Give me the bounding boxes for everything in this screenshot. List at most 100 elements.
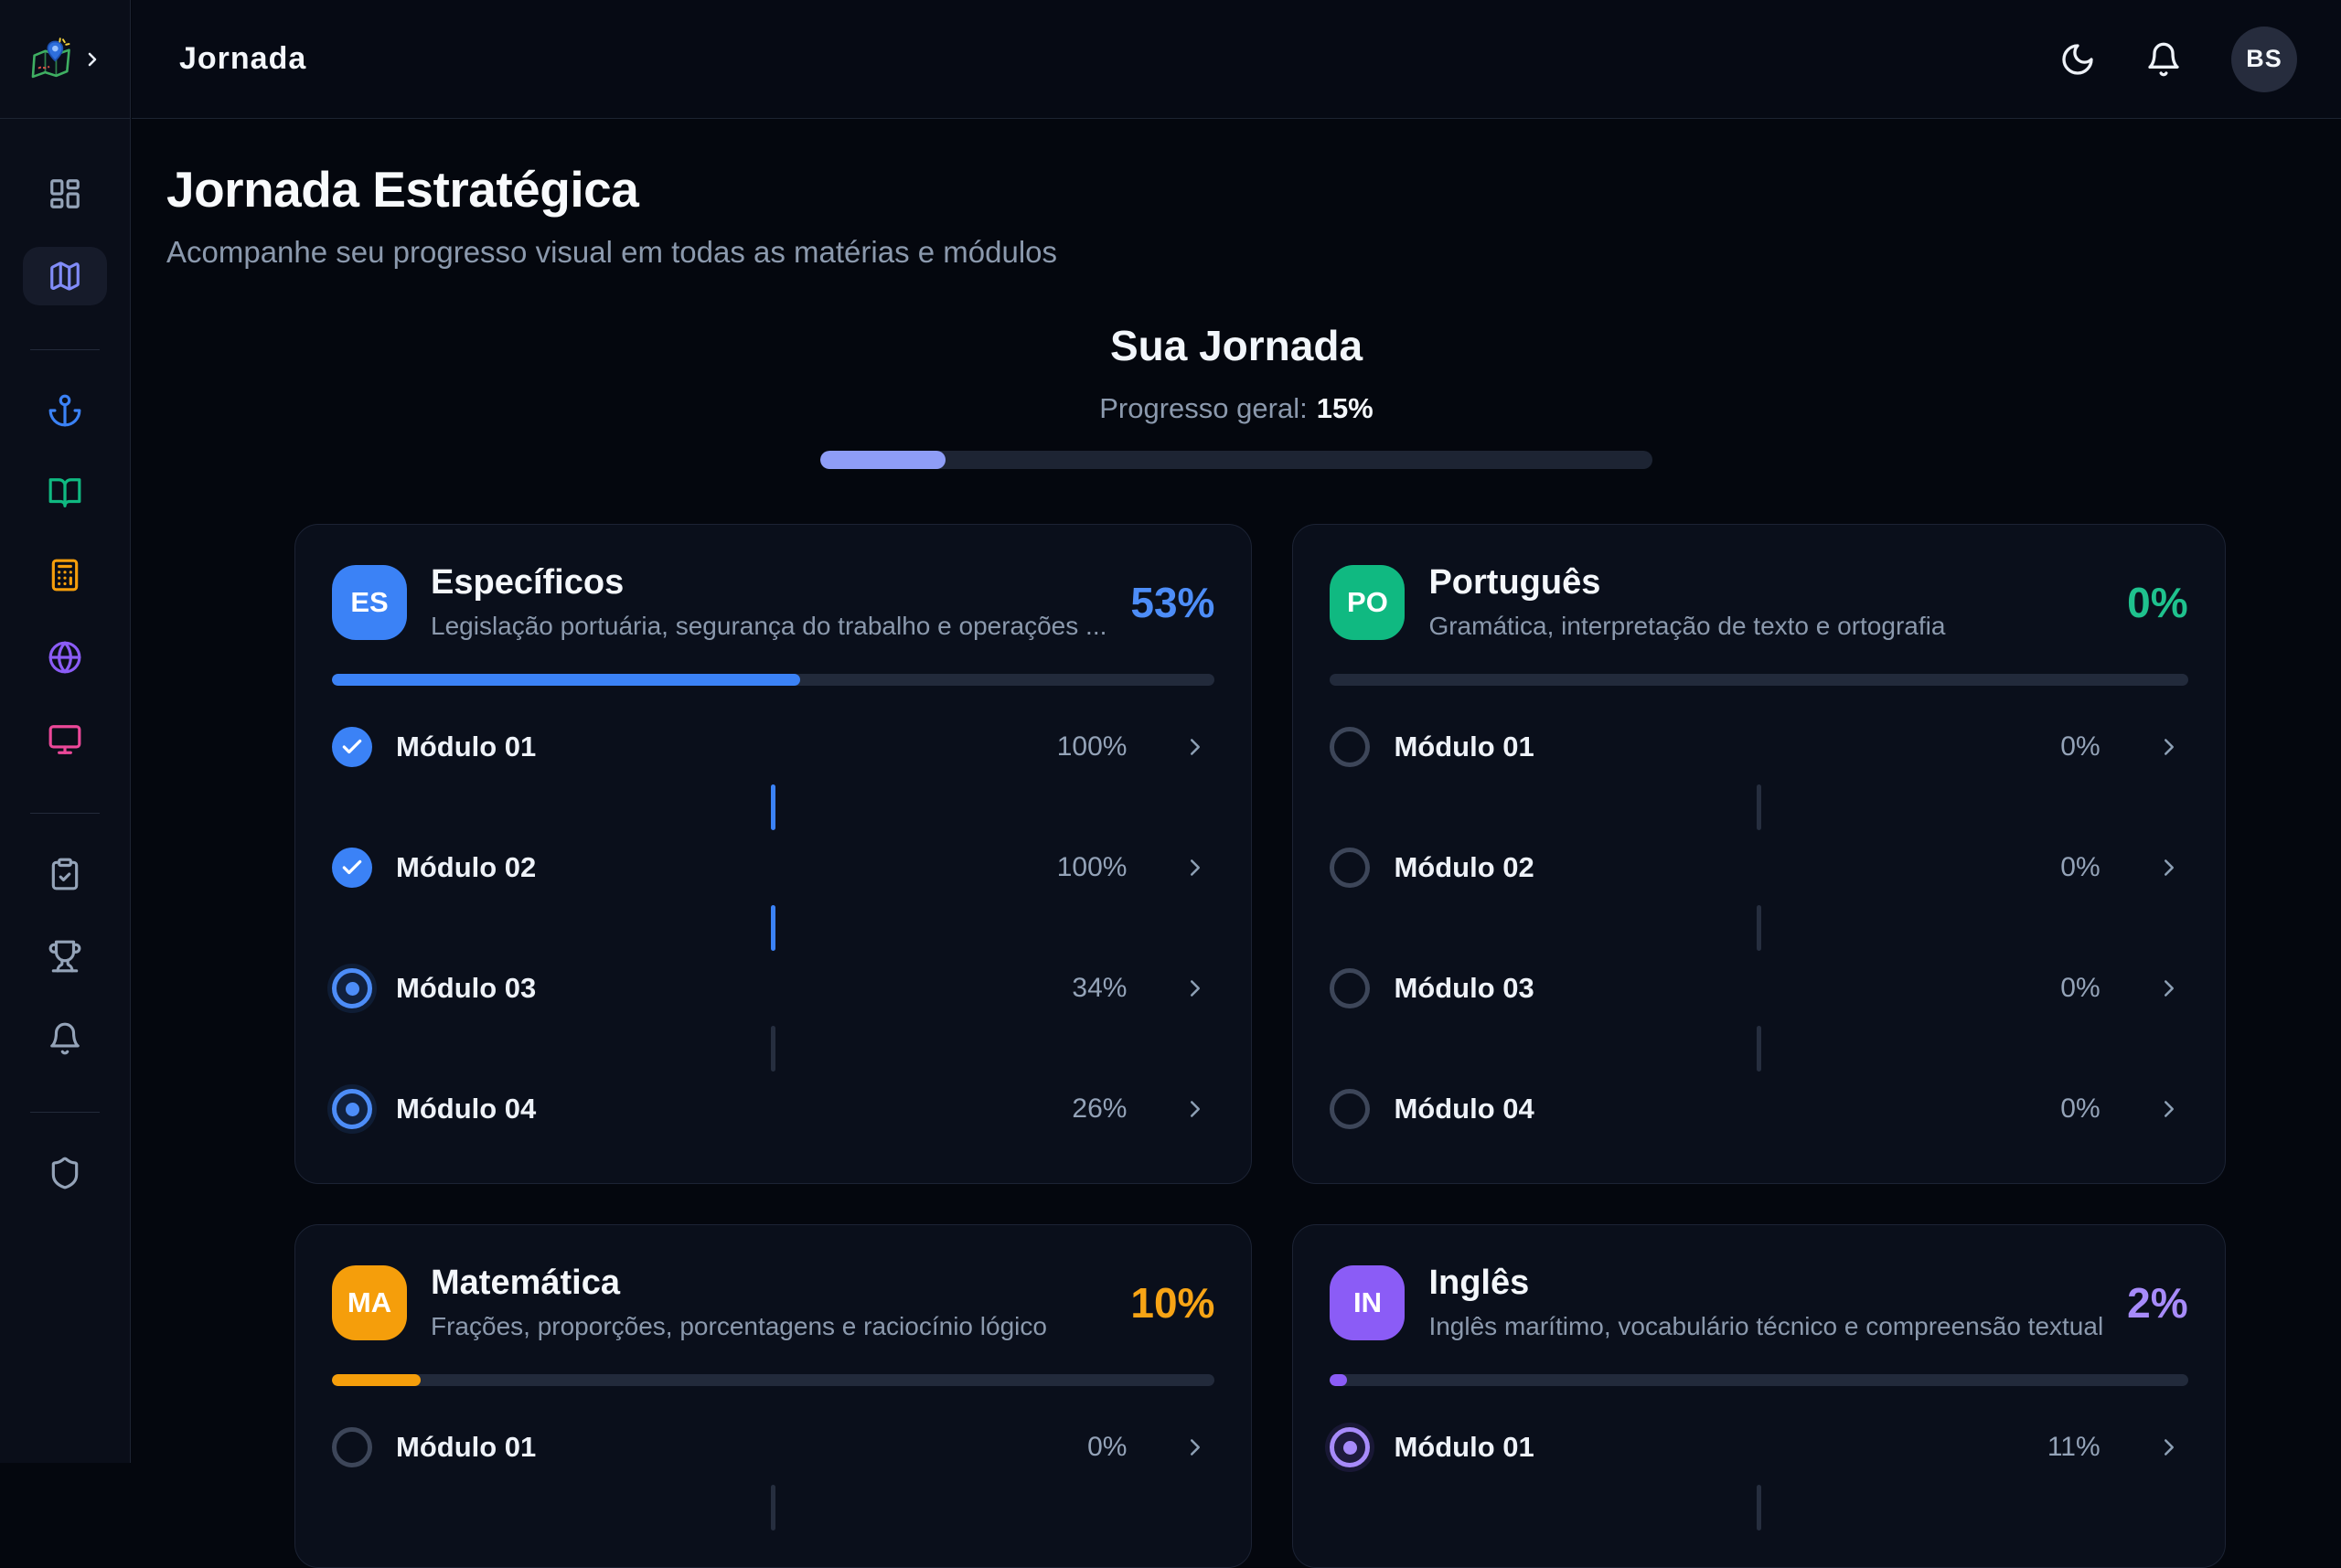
module-label: Módulo 03 [396, 972, 536, 1005]
sidebar-item-trophy[interactable] [23, 927, 107, 986]
subject-progress-bar [332, 674, 1214, 686]
sidebar-item-layout-dashboard[interactable] [23, 165, 107, 223]
module-row[interactable]: Módulo 01 0% [1330, 709, 2187, 784]
chevron-right-icon [2155, 975, 2183, 1002]
sidebar-expand-button[interactable] [81, 48, 103, 70]
trophy-icon [48, 939, 82, 974]
module-status-icon [1330, 848, 1370, 888]
subject-percent: 0% [2127, 578, 2187, 627]
subject-card-header: PO Português Gramática, interpretação de… [1330, 563, 2187, 641]
avatar[interactable]: BS [2231, 27, 2297, 92]
moon-icon [2059, 41, 2096, 78]
sidebar-item-clipboard-check[interactable] [23, 845, 107, 903]
subject-card: IN Inglês Inglês marítimo, vocabulário t… [1292, 1224, 2225, 1568]
bell-icon [48, 1021, 82, 1056]
subject-title: Matemática [431, 1264, 1047, 1303]
sidebar-item-book-open[interactable] [23, 464, 107, 522]
module-row[interactable]: Módulo 01 100% [332, 709, 1214, 784]
map-icon [48, 259, 82, 293]
subject-card-header: IN Inglês Inglês marítimo, vocabulário t… [1330, 1264, 2187, 1341]
module-percent: 0% [1087, 1432, 1127, 1463]
module-connector [771, 1485, 775, 1531]
page-subtitle: Acompanhe seu progresso visual em todas … [166, 235, 2341, 270]
module-percent: 0% [2060, 973, 2100, 1004]
module-label: Módulo 04 [1394, 1093, 1534, 1125]
sidebar-item-bell[interactable] [23, 1009, 107, 1068]
chevron-right-icon [1181, 1434, 1209, 1461]
subject-percent: 10% [1130, 1278, 1214, 1328]
subject-progress-bar [1330, 674, 2187, 686]
subject-progress-bar [332, 1374, 1214, 1386]
module-connector [771, 905, 775, 951]
chevron-right-icon [1181, 733, 1209, 761]
module-percent: 11% [2047, 1432, 2100, 1463]
module-connector [1757, 1026, 1761, 1072]
subject-progress-fill [332, 674, 800, 686]
module-row[interactable]: Módulo 03 34% [332, 951, 1214, 1026]
module-percent: 34% [1072, 973, 1127, 1004]
subject-card-header: MA Matemática Frações, proporções, porce… [332, 1264, 1214, 1341]
subject-description: Frações, proporções, porcentagens e raci… [431, 1312, 1047, 1341]
sidebar-item-shield[interactable] [23, 1144, 107, 1202]
chevron-right-icon [2155, 1095, 2183, 1123]
module-connector [1757, 784, 1761, 830]
subject-percent: 2% [2127, 1278, 2187, 1328]
subject-description: Inglês marítimo, vocabulário técnico e c… [1428, 1312, 2103, 1341]
subject-title: Inglês [1428, 1264, 2103, 1303]
module-status-icon [332, 848, 372, 888]
overall-progress-fill [820, 451, 946, 469]
subject-badge: ES [332, 565, 407, 640]
module-list: Módulo 01 0% Módulo 02 0% Módulo 03 0% M… [1330, 709, 2187, 1147]
module-percent: 0% [2060, 852, 2100, 883]
overall-progress-label: Progresso geral: [1099, 392, 1307, 424]
module-row[interactable]: Módulo 02 0% [1330, 830, 2187, 905]
chevron-right-icon [1181, 854, 1209, 881]
overall-progress-text: Progresso geral:15% [294, 392, 2178, 425]
module-status-icon [1330, 1089, 1370, 1129]
module-status-icon [1330, 968, 1370, 1008]
subject-badge: IN [1330, 1265, 1405, 1340]
subject-percent: 53% [1130, 578, 1214, 627]
module-row[interactable]: Módulo 01 0% [332, 1410, 1214, 1485]
subject-card-header: ES Específicos Legislação portuária, seg… [332, 563, 1214, 641]
sidebar-nav [0, 119, 130, 1226]
theme-toggle-button[interactable] [2059, 41, 2096, 78]
book-open-icon [48, 475, 82, 510]
app-title: Jornada [179, 41, 306, 77]
sidebar-item-calculator[interactable] [23, 546, 107, 604]
module-percent: 0% [2060, 731, 2100, 763]
subject-card: MA Matemática Frações, proporções, porce… [294, 1224, 1252, 1568]
shield-icon [48, 1156, 82, 1190]
module-row[interactable]: Módulo 01 11% [1330, 1410, 2187, 1485]
sidebar-logo [0, 0, 130, 119]
subject-progress-fill [1330, 1374, 1347, 1386]
map-pin-logo [27, 36, 75, 83]
module-status-icon [1330, 727, 1370, 767]
topbar: Jornada BS [132, 0, 2341, 119]
module-status-icon [332, 968, 372, 1008]
module-label: Módulo 01 [396, 1431, 536, 1464]
clipboard-check-icon [48, 857, 82, 891]
sidebar-item-map[interactable] [23, 247, 107, 305]
module-status-icon [332, 1427, 372, 1467]
calculator-icon [48, 558, 82, 592]
chevron-right-icon [2155, 854, 2183, 881]
sidebar-item-anchor[interactable] [23, 381, 107, 440]
notifications-button[interactable] [2145, 41, 2182, 78]
sidebar-divider [30, 813, 100, 814]
module-label: Módulo 01 [1394, 731, 1534, 763]
module-row[interactable]: Módulo 02 100% [332, 830, 1214, 905]
module-status-icon [332, 727, 372, 767]
overall-progress-bar [820, 451, 1652, 469]
chevron-right-icon [1181, 1095, 1209, 1123]
module-connector [1757, 1485, 1761, 1531]
sidebar-item-globe[interactable] [23, 628, 107, 687]
module-label: Módulo 04 [396, 1093, 536, 1125]
module-row[interactable]: Módulo 04 0% [1330, 1072, 2187, 1147]
subject-badge: MA [332, 1265, 407, 1340]
monitor-icon [48, 722, 82, 757]
module-row[interactable]: Módulo 03 0% [1330, 951, 2187, 1026]
module-row[interactable]: Módulo 04 26% [332, 1072, 1214, 1147]
sidebar-item-monitor[interactable] [23, 710, 107, 769]
subject-description: Gramática, interpretação de texto e orto… [1428, 612, 1945, 641]
